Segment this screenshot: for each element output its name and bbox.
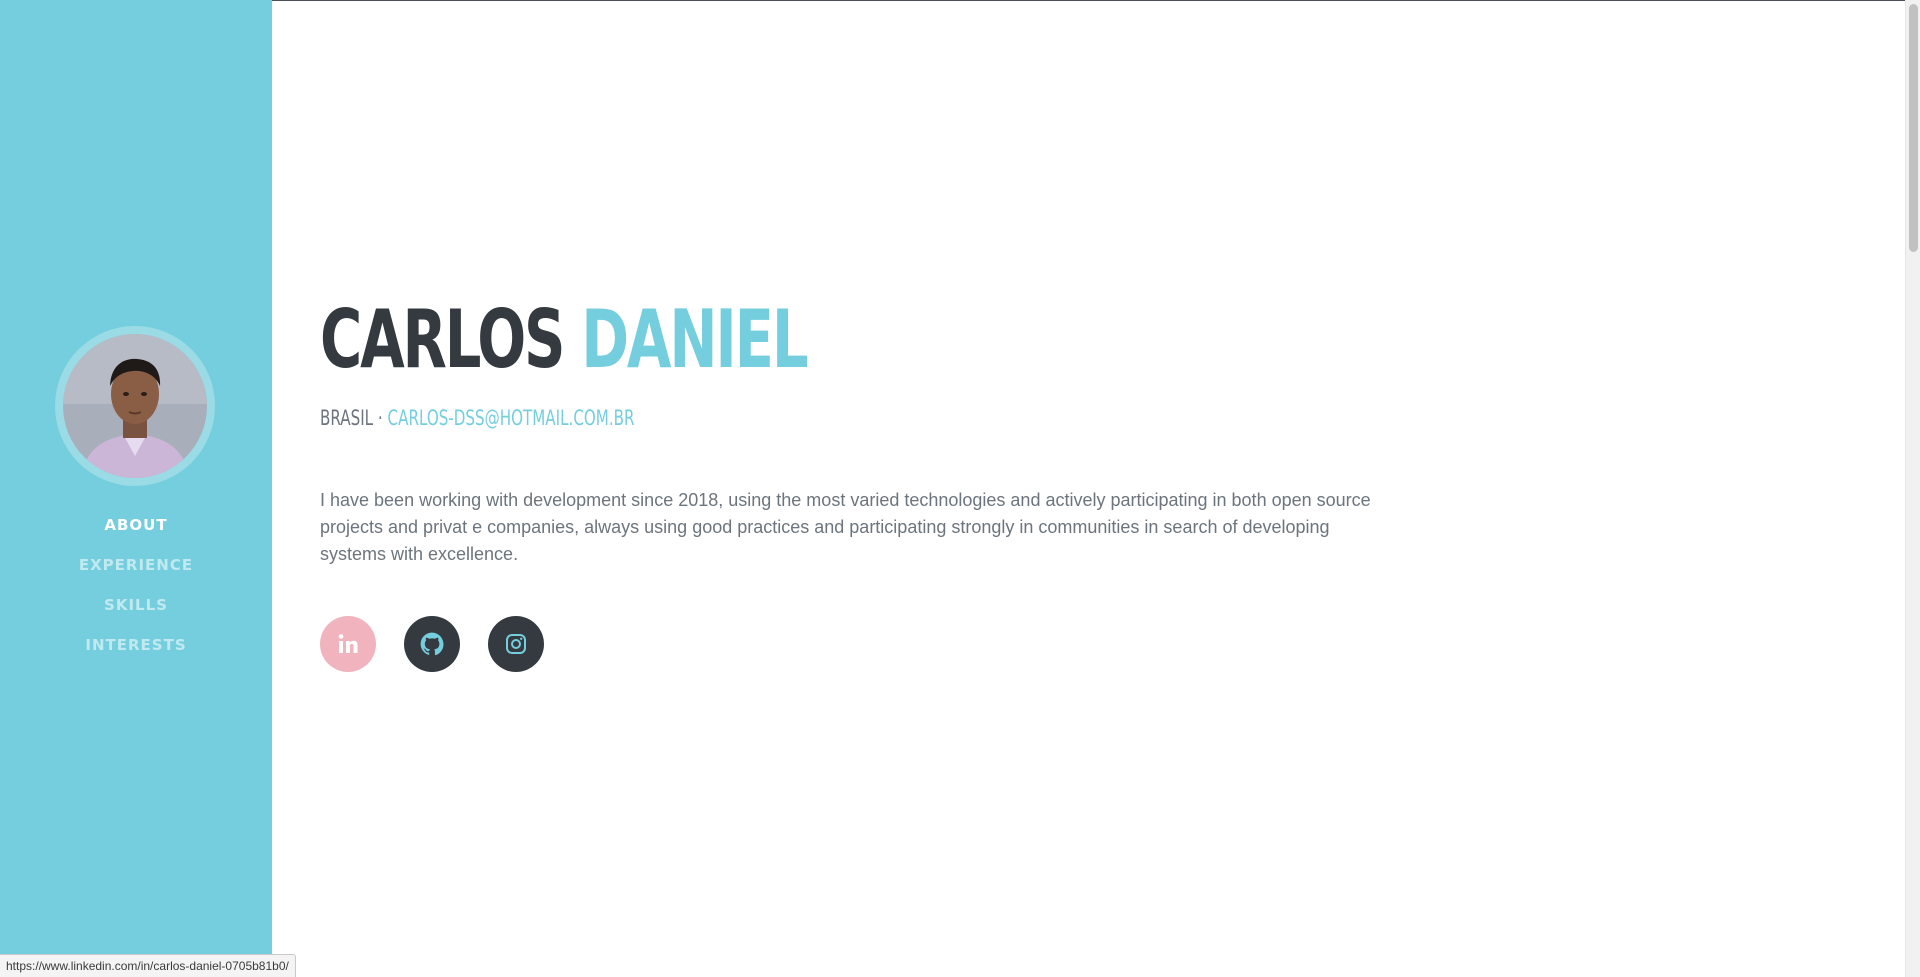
linkedin-icon — [338, 634, 358, 653]
instagram-icon — [506, 634, 526, 654]
linkedin-button[interactable] — [320, 616, 376, 672]
page-title: CARLOS DANIEL — [320, 300, 809, 380]
instagram-button[interactable] — [488, 616, 544, 672]
profile-photo — [63, 334, 207, 478]
nav-item-skills[interactable]: SKILLS — [0, 585, 272, 625]
social-links — [320, 616, 544, 672]
location-text: BRASIL — [320, 406, 374, 430]
last-name: DANIEL — [581, 293, 808, 386]
first-name: CARLOS — [320, 293, 566, 386]
nav-item-interests[interactable]: INTERESTS — [0, 625, 272, 665]
sidebar-nav: ABOUT EXPERIENCE SKILLS INTERESTS — [0, 505, 272, 665]
subheading: BRASIL · CARLOS-DSS@HOTMAIL.COM.BR — [320, 408, 635, 429]
main-content: CARLOS DANIEL BRASIL · CARLOS-DSS@HOTMAI… — [320, 0, 1880, 977]
github-button[interactable] — [404, 616, 460, 672]
sidebar: ABOUT EXPERIENCE SKILLS INTERESTS — [0, 0, 272, 977]
page-scrollbar[interactable] — [1905, 0, 1920, 977]
nav-item-about[interactable]: ABOUT — [0, 505, 272, 545]
avatar — [55, 326, 215, 486]
link-status-bar: https://www.linkedin.com/in/carlos-danie… — [0, 954, 296, 977]
scrollbar-thumb[interactable] — [1909, 4, 1918, 252]
separator-dot: · — [377, 406, 383, 430]
about-text: I have been working with development sin… — [320, 490, 1371, 564]
nav-item-experience[interactable]: EXPERIENCE — [0, 545, 272, 585]
email-link[interactable]: CARLOS-DSS@HOTMAIL.COM.BR — [388, 406, 635, 430]
github-icon — [420, 632, 444, 656]
